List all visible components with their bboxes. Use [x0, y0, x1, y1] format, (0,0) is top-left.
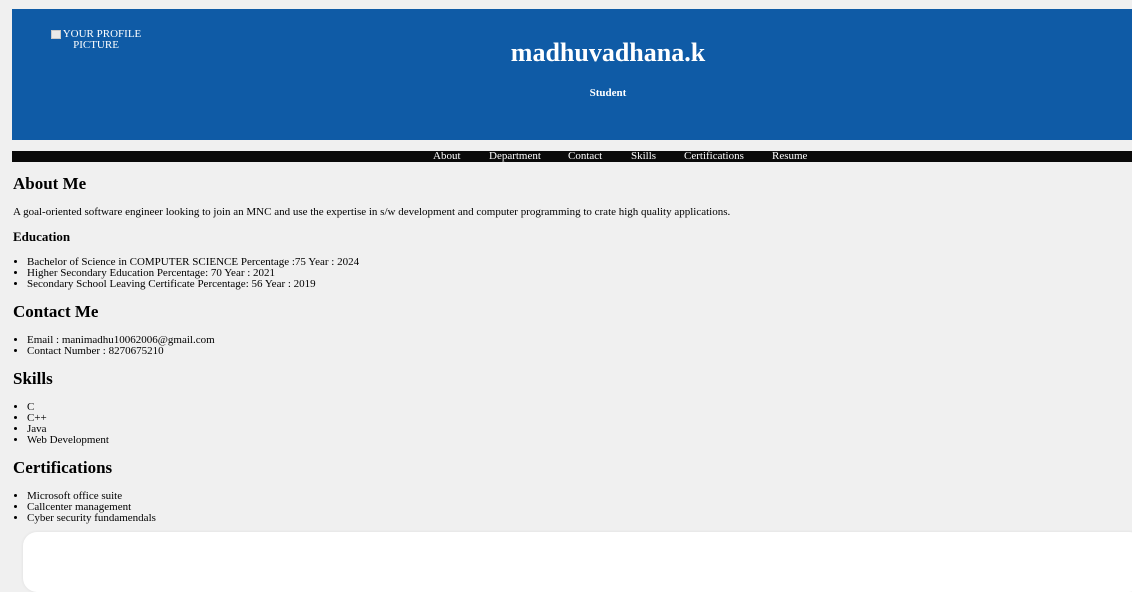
nav-link-skills[interactable]: Skills: [631, 151, 656, 162]
list-item: Web Development: [27, 435, 1113, 446]
list-item: Contact Number : 8270675210: [27, 346, 1113, 357]
about-text: A goal-oriented software engineer lookin…: [13, 206, 731, 218]
page-title: madhuvadhana.k: [510, 38, 706, 67]
contact-heading: Contact Me: [13, 302, 99, 321]
header-banner: YOUR PROFILE PICTURE: [12, 9, 1132, 140]
list-item: Callcenter management: [27, 502, 1113, 513]
contact-list: Email : manimadhu10062006@gmail.com Cont…: [13, 335, 1113, 357]
skills-section: Skills C C++ Java Web Development: [13, 365, 1113, 446]
list-item: Email : manimadhu10062006@gmail.com: [27, 335, 1113, 346]
certifications-list: Microsoft office suite Callcenter manage…: [13, 491, 1113, 524]
list-item: Java: [27, 424, 1113, 435]
nav-link-department[interactable]: Department: [489, 151, 541, 162]
list-item: Secondary School Leaving Certificate Per…: [27, 279, 1113, 290]
nav-link-contact[interactable]: Contact: [568, 151, 602, 162]
skills-heading: Skills: [13, 369, 53, 388]
education-list: Bachelor of Science in COMPUTER SCIENCE …: [13, 257, 1113, 290]
nav-link-certifications[interactable]: Certifications: [684, 151, 744, 162]
nav-link-resume[interactable]: Resume: [772, 151, 807, 162]
list-item: C: [27, 402, 1113, 413]
list-item: Cyber security fundamendals: [27, 513, 1113, 524]
nav-link-about[interactable]: About: [433, 151, 461, 162]
main-content: About Me A goal-oriented software engine…: [13, 170, 1113, 524]
page-subtitle: Student: [589, 87, 627, 99]
contact-section: Contact Me Email : manimadhu10062006@gma…: [13, 298, 1113, 357]
nav-bar: About Department Contact Skills Certific…: [12, 151, 1132, 162]
about-section: About Me A goal-oriented software engine…: [13, 170, 1113, 290]
list-item: C++: [27, 413, 1113, 424]
about-heading: About Me: [13, 174, 87, 193]
education-heading: Education: [13, 229, 71, 244]
list-item: Microsoft office suite: [27, 491, 1113, 502]
resume-card: [23, 532, 1132, 592]
skills-list: C C++ Java Web Development: [13, 402, 1113, 446]
certifications-section: Certifications Microsoft office suite Ca…: [13, 454, 1113, 524]
certifications-heading: Certifications: [13, 458, 113, 477]
